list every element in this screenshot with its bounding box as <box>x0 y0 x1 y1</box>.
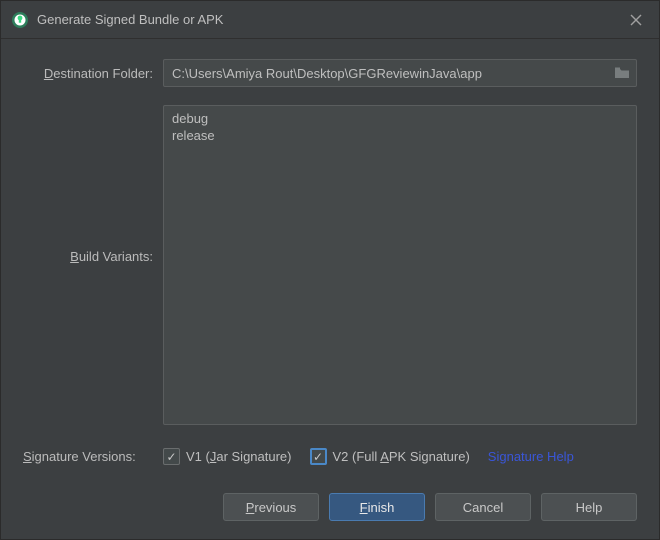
build-variants-row: Build Variants: debug release <box>23 99 637 430</box>
destination-path-text: C:\Users\Amiya Rout\Desktop\GFGReviewinJ… <box>172 66 482 81</box>
v2-full-apk-signature-checkbox[interactable]: ✓ V2 (Full APK Signature) <box>310 448 470 465</box>
titlebar: Generate Signed Bundle or APK <box>1 1 659 39</box>
build-variants-label: Build Variants: <box>23 99 163 264</box>
close-button[interactable] <box>623 7 649 33</box>
checkbox-box: ✓ <box>310 448 327 465</box>
browse-folder-icon[interactable] <box>614 66 630 80</box>
window-title: Generate Signed Bundle or APK <box>37 12 623 27</box>
v1-label: V1 (Jar Signature) <box>186 449 292 464</box>
android-studio-icon <box>11 11 29 29</box>
list-item[interactable]: release <box>170 127 630 144</box>
destination-label: Destination Folder: <box>23 66 163 81</box>
destination-folder-input[interactable]: C:\Users\Amiya Rout\Desktop\GFGReviewinJ… <box>163 59 637 87</box>
v2-label: V2 (Full APK Signature) <box>333 449 470 464</box>
previous-button[interactable]: Previous <box>223 493 319 521</box>
button-bar: Previous Finish Cancel Help <box>1 483 659 539</box>
finish-button[interactable]: Finish <box>329 493 425 521</box>
checkbox-box: ✓ <box>163 448 180 465</box>
generate-signed-dialog: Generate Signed Bundle or APK Destinatio… <box>0 0 660 540</box>
cancel-button[interactable]: Cancel <box>435 493 531 521</box>
list-item[interactable]: debug <box>170 110 630 127</box>
checkmark-icon: ✓ <box>166 451 176 463</box>
signature-help-link[interactable]: Signature Help <box>488 449 574 464</box>
v1-jar-signature-checkbox[interactable]: ✓ V1 (Jar Signature) <box>163 448 292 465</box>
destination-row: Destination Folder: C:\Users\Amiya Rout\… <box>23 59 637 87</box>
signature-versions-label: Signature Versions: <box>23 449 163 464</box>
build-variants-list[interactable]: debug release <box>163 105 637 425</box>
checkmark-icon: ✓ <box>313 451 323 463</box>
dialog-content: Destination Folder: C:\Users\Amiya Rout\… <box>1 39 659 483</box>
signature-versions-row: Signature Versions: ✓ V1 (Jar Signature)… <box>23 448 637 465</box>
help-button[interactable]: Help <box>541 493 637 521</box>
